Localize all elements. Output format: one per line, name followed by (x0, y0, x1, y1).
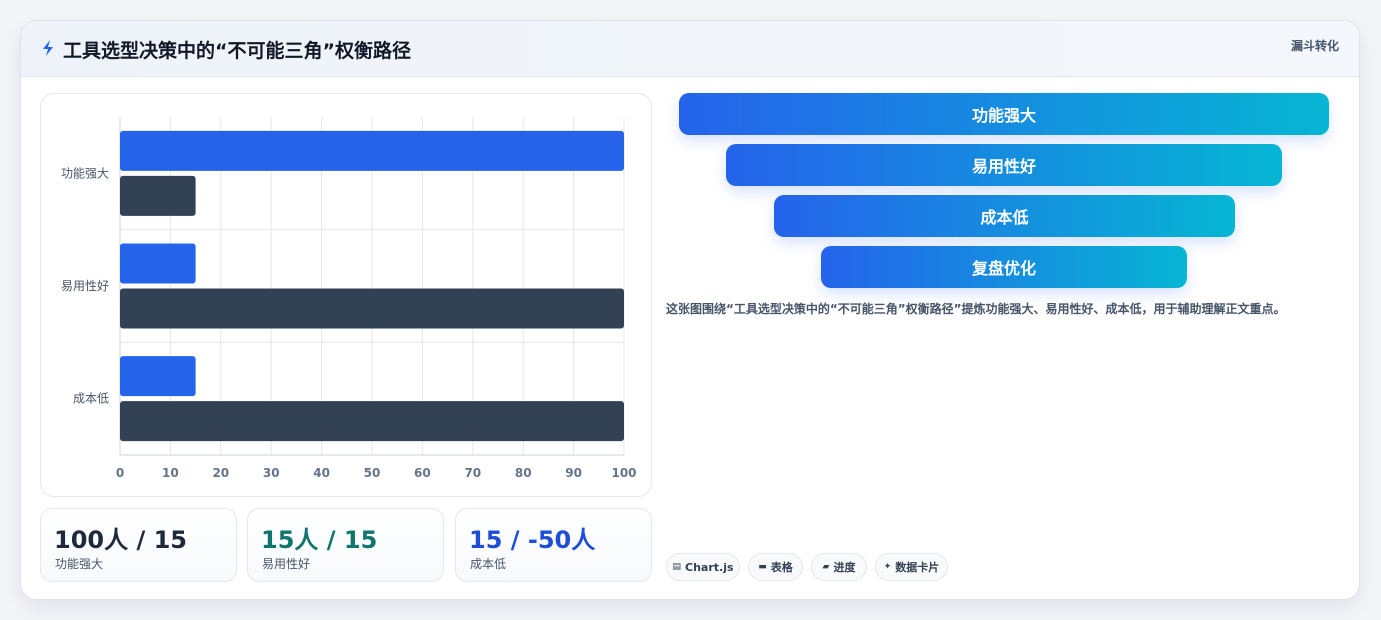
bar (120, 243, 196, 284)
pill-data-card[interactable]: ✦ 数据卡片 (875, 553, 948, 581)
x-tick-label: 70 (464, 466, 481, 480)
x-tick-label: 90 (565, 466, 582, 480)
stat-value: 15人 / 15 (261, 526, 378, 554)
chart-description: 这张图围绕“工具选型决策中的“不可能三角”权衡路径”提炼功能强大、易用性好、成本… (666, 302, 1286, 316)
x-tick-label: 100 (611, 466, 636, 480)
pill-progress[interactable]: ▰ 进度 (811, 553, 867, 581)
page-title: 工具选型决策中的“不可能三角”权衡路径 (63, 40, 411, 62)
funnel-stage-1: 功能强大 (679, 93, 1329, 135)
chart-type-tag: 漏斗转化 (1290, 39, 1339, 53)
x-tick-label: 60 (414, 466, 431, 480)
bar (120, 175, 196, 216)
funnel-stage-4: 复盘优化 (821, 246, 1187, 288)
pill-label: 表格 (770, 561, 793, 574)
bar-chart-panel: 0 10 20 30 40 50 60 70 80 90 100 功能强大易用性好成本低 (40, 93, 652, 497)
stat-value: 15 / -50人 (469, 526, 596, 554)
chart-icon: ▤ (672, 562, 681, 572)
card-header: 工具选型决策中的“不可能三角”权衡路径 漏斗转化 (21, 21, 1359, 77)
pill-table[interactable]: ▬ 表格 (748, 553, 803, 581)
pill-chartjs[interactable]: ▤ Chart.js (666, 553, 740, 581)
x-tick-label: 20 (212, 466, 229, 480)
table-icon: ▬ (758, 562, 767, 572)
x-tick-label: 30 (263, 466, 280, 480)
pill-label: Chart.js (685, 560, 734, 574)
progress-icon: ▰ (822, 562, 830, 572)
funnel-stage-2: 易用性好 (726, 144, 1282, 186)
x-tick-label: 40 (313, 466, 330, 480)
pill-label: 进度 (833, 561, 856, 574)
bar-chart: 0 10 20 30 40 50 60 70 80 90 100 功能强大易用性好成本低 (61, 117, 637, 480)
stat-label: 功能强大 (55, 557, 104, 571)
stat-value: 100人 / 15 (54, 526, 187, 554)
stat-card-1: 100人 / 15 功能强大 (40, 508, 237, 582)
bar (120, 356, 196, 397)
lightning-icon (43, 40, 53, 56)
y-category-label: 功能强大 (61, 166, 109, 180)
stat-card-3: 15 / -50人 成本低 (455, 508, 652, 582)
x-tick-label: 80 (515, 466, 532, 480)
bar (120, 288, 624, 329)
bar (120, 401, 624, 442)
stat-label: 易用性好 (262, 557, 311, 571)
infographic-card: 工具选型决策中的“不可能三角”权衡路径 漏斗转化 0 10 20 30 40 50 60 70… (20, 20, 1360, 600)
stat-card-2: 15人 / 15 易用性好 (247, 508, 444, 582)
y-category-label: 易用性好 (61, 279, 109, 293)
pill-label: 数据卡片 (895, 561, 940, 574)
funnel-stage-3: 成本低 (774, 195, 1235, 237)
x-tick-label: 10 (162, 466, 179, 480)
x-tick-label: 0 (116, 466, 124, 480)
sparkle-icon: ✦ (883, 562, 892, 572)
y-category-label: 成本低 (73, 392, 109, 406)
stat-label: 成本低 (470, 557, 507, 571)
x-tick-label: 50 (364, 466, 381, 480)
bar (120, 130, 624, 171)
